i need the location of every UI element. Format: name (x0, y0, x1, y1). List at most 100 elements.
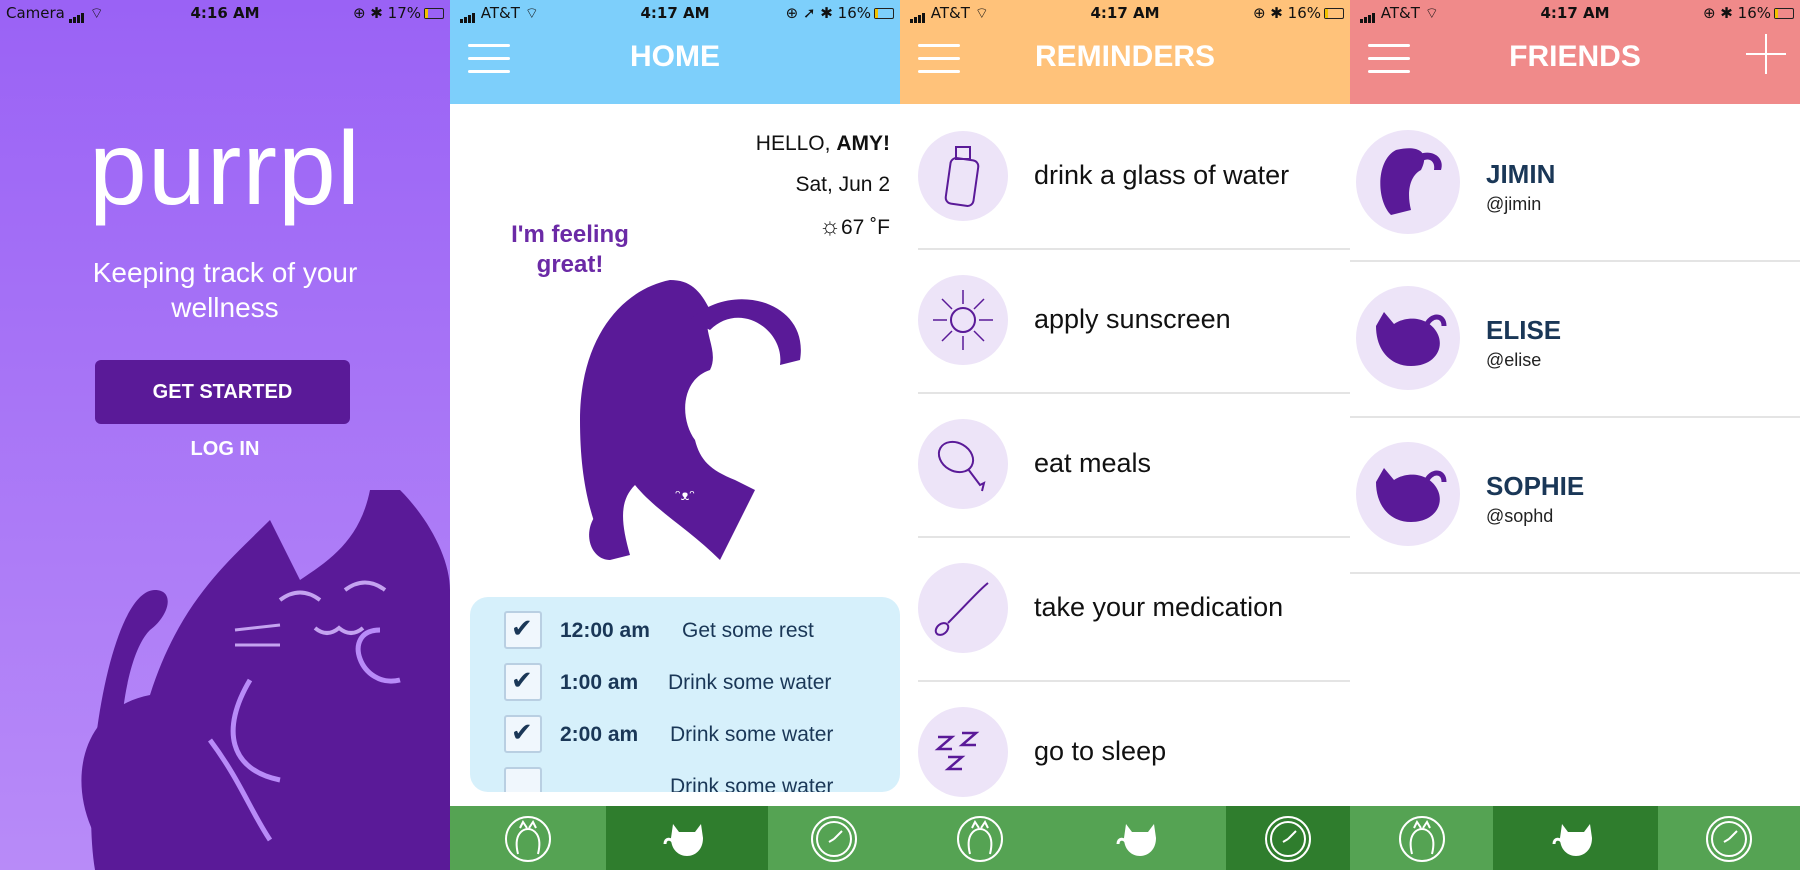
friend-name: ELISE (1486, 315, 1562, 345)
battery-icon (874, 8, 894, 19)
friend-name: JIMIN (1486, 159, 1556, 189)
greeting: HELLO, AMY! (756, 132, 890, 156)
reminders-screen: AT&T ⌔ 4:17 AM ⊕ ✱ 16% REMINDERS drink a… (900, 0, 1350, 870)
battery-icon (1324, 8, 1344, 19)
status-right: ⊕ ✱ 16% (1703, 4, 1794, 22)
home-screen: AT&T ⌔ 4:17 AM ⊕ ➚ ✱ 16% HOME HELLO, AMY… (450, 0, 900, 870)
list-item[interactable]: eat meals (918, 392, 1350, 538)
tab-reminders[interactable] (1658, 806, 1800, 870)
app-logo: purrpl (89, 111, 361, 227)
page-title: HOME (630, 40, 720, 73)
zzz-icon (918, 707, 1008, 797)
status-right: ⊕ ➚ ✱ 16% (786, 4, 894, 22)
status-bar: AT&T ⌔ 4:17 AM ⊕ ➚ ✱ 16% (450, 0, 900, 28)
cat-wave-icon (1552, 824, 1592, 856)
bottom-tab-bar (900, 806, 1350, 870)
status-bar: AT&T ⌔ 4:17 AM ⊕ ✱ 16% (900, 0, 1350, 28)
task-checkbox[interactable] (504, 611, 542, 649)
clock-icon (1706, 816, 1752, 862)
schedule-list[interactable]: 12:00 am Get some rest 1:00 am Drink som… (470, 597, 900, 792)
temperature: 67 ˚F (840, 216, 890, 239)
tab-reminders[interactable] (768, 806, 900, 870)
get-started-button[interactable]: GET STARTED (95, 360, 350, 424)
task-time: 2:00 am (560, 723, 639, 746)
user-name: AMY! (836, 132, 890, 155)
task-checkbox[interactable] (504, 715, 542, 753)
status-bar: Camera ⌔ 4:16 AM ⊕ ✱ 17% (0, 0, 450, 28)
list-item[interactable]: SOPHIE @sophd (1350, 416, 1800, 574)
cat-meditate-icon (505, 816, 551, 862)
reminder-label: apply sunscreen (1034, 304, 1231, 334)
task-time: 1:00 am (560, 671, 639, 694)
battery-icon (424, 8, 444, 19)
friend-handle: @jimin (1486, 194, 1542, 214)
bluetooth-icon: ✱ (1720, 4, 1733, 22)
battery-percent: 16% (1287, 4, 1321, 22)
list-item[interactable]: take your medication (918, 536, 1350, 682)
status-right: ⊕ ✱ 16% (1253, 4, 1344, 22)
task-text: Drink some water (668, 671, 832, 694)
cat-meditate-icon (1398, 816, 1445, 862)
friend-name: SOPHIE (1486, 471, 1585, 501)
cat-meditate-icon (957, 816, 1003, 862)
cat-illustration (81, 490, 450, 870)
battery-icon (1774, 8, 1794, 19)
bottom-tab-bar (1350, 806, 1800, 870)
water-bottle-icon (918, 131, 1008, 221)
battery-percent: 17% (387, 4, 421, 22)
tagline: Keeping track of your wellness (92, 257, 358, 323)
task-checkbox[interactable] (504, 663, 542, 701)
task-text: Get some rest (682, 619, 814, 642)
log-in-link[interactable]: LOG IN (0, 438, 450, 461)
tab-meditate[interactable] (450, 806, 606, 870)
tab-meditate[interactable] (900, 806, 1060, 870)
avatar (1356, 286, 1460, 390)
home-header: AT&T ⌔ 4:17 AM ⊕ ➚ ✱ 16% HOME (450, 0, 900, 104)
bluetooth-icon: ✱ (820, 4, 833, 22)
reminders-header: AT&T ⌔ 4:17 AM ⊕ ✱ 16% REMINDERS (900, 0, 1350, 104)
friend-handle: @sophd (1486, 506, 1554, 526)
tab-reminders[interactable] (1226, 806, 1350, 870)
list-item[interactable]: ELISE @elise (1350, 260, 1800, 418)
greeting-prefix: HELLO, (755, 132, 837, 155)
friend-handle: @elise (1486, 350, 1542, 370)
task-text: Drink some water (670, 775, 834, 792)
tab-home[interactable] (1060, 806, 1220, 870)
bluetooth-icon: ✱ (370, 4, 383, 22)
pet-cat-illustration: ᵔᴥᵔ (580, 280, 801, 560)
reminder-label: drink a glass of water (1034, 160, 1290, 190)
tab-home[interactable] (1493, 806, 1658, 870)
friends-header: AT&T ⌔ 4:17 AM ⊕ ✱ 16% FRIENDS (1350, 0, 1800, 104)
add-friend-icon[interactable] (1746, 34, 1786, 74)
reminder-label: eat meals (1034, 448, 1152, 478)
list-item[interactable]: JIMIN @jimin (1350, 104, 1800, 262)
sun-icon: ☼ (818, 213, 841, 240)
reminder-label: take your medication (1034, 592, 1284, 622)
list-item[interactable]: drink a glass of water (918, 104, 1350, 250)
tab-meditate[interactable] (1350, 806, 1493, 870)
status-bar: AT&T ⌔ 4:17 AM ⊕ ✱ 16% (1350, 0, 1800, 28)
clock-icon (1265, 816, 1311, 862)
welcome-screen: Camera ⌔ 4:16 AM ⊕ ✱ 17% purrpl Keeping … (0, 0, 450, 870)
avatar (1356, 130, 1460, 234)
battery-percent: 16% (1737, 4, 1771, 22)
status-right: ⊕ ✱ 17% (353, 4, 444, 22)
weather: ☼67 ˚F (819, 213, 890, 241)
cat-wave-icon (663, 824, 703, 856)
task-checkbox[interactable] (504, 767, 542, 792)
svg-text:ᵔᴥᵔ: ᵔᴥᵔ (675, 488, 695, 504)
page-title: REMINDERS (1034, 40, 1215, 73)
tab-home[interactable] (606, 806, 768, 870)
friends-screen: AT&T ⌔ 4:17 AM ⊕ ✱ 16% FRIENDS JIMIN @ji… (1350, 0, 1800, 870)
avatar (1356, 442, 1460, 546)
battery-percent: 16% (837, 4, 871, 22)
spoon-icon (918, 563, 1008, 653)
bottom-tab-bar (450, 806, 900, 870)
list-item[interactable]: go to sleep (918, 680, 1350, 824)
sun-icon (918, 275, 1008, 365)
list-item[interactable]: apply sunscreen (918, 248, 1350, 394)
bluetooth-icon: ✱ (1270, 4, 1283, 22)
cat-wave-icon (1116, 824, 1156, 856)
task-time: 12:00 am (560, 619, 650, 642)
clock-icon (811, 816, 857, 862)
